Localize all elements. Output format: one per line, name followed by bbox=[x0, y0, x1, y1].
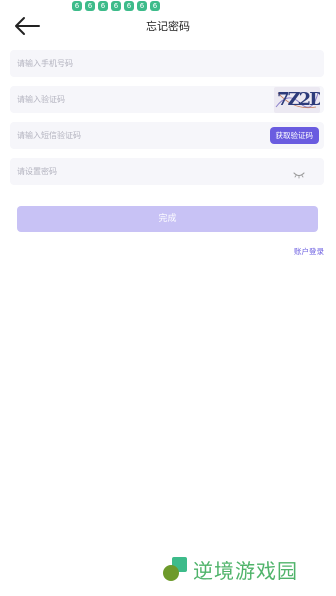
captcha-input[interactable] bbox=[10, 86, 257, 113]
password-input[interactable] bbox=[10, 158, 257, 185]
watermark-text: 逆境游戏园 bbox=[193, 559, 298, 583]
page-title: 忘记密码 bbox=[146, 20, 190, 33]
password-toggle[interactable] bbox=[292, 165, 306, 179]
watermark-logo-icon bbox=[163, 556, 189, 583]
eye-closed-icon bbox=[293, 172, 305, 179]
password-field bbox=[10, 158, 324, 185]
account-login-link[interactable]: 账户登录 bbox=[294, 246, 324, 257]
captcha-text: 7Z2D bbox=[277, 89, 320, 110]
phone-input[interactable] bbox=[10, 50, 257, 77]
notification-icon: 6 bbox=[85, 1, 95, 11]
notification-icon: 6 bbox=[137, 1, 147, 11]
submit-button[interactable]: 完成 bbox=[17, 206, 318, 232]
notification-icon: 6 bbox=[150, 1, 160, 11]
phone-field bbox=[10, 50, 324, 77]
get-sms-code-button[interactable]: 获取验证码 bbox=[269, 127, 319, 144]
captcha-image[interactable]: 7Z2D bbox=[274, 87, 320, 113]
notification-icon: 6 bbox=[111, 1, 121, 11]
notification-icon: 6 bbox=[72, 1, 82, 11]
notification-icon: 6 bbox=[124, 1, 134, 11]
notification-icon: 6 bbox=[98, 1, 108, 11]
sms-code-input[interactable] bbox=[10, 122, 257, 149]
status-bar-icons: 6 6 6 6 6 6 6 bbox=[72, 1, 160, 11]
captcha-field: 7Z2D bbox=[10, 86, 324, 113]
watermark: 逆境游戏园 bbox=[163, 555, 298, 584]
sms-field: 获取验证码 bbox=[10, 122, 324, 149]
